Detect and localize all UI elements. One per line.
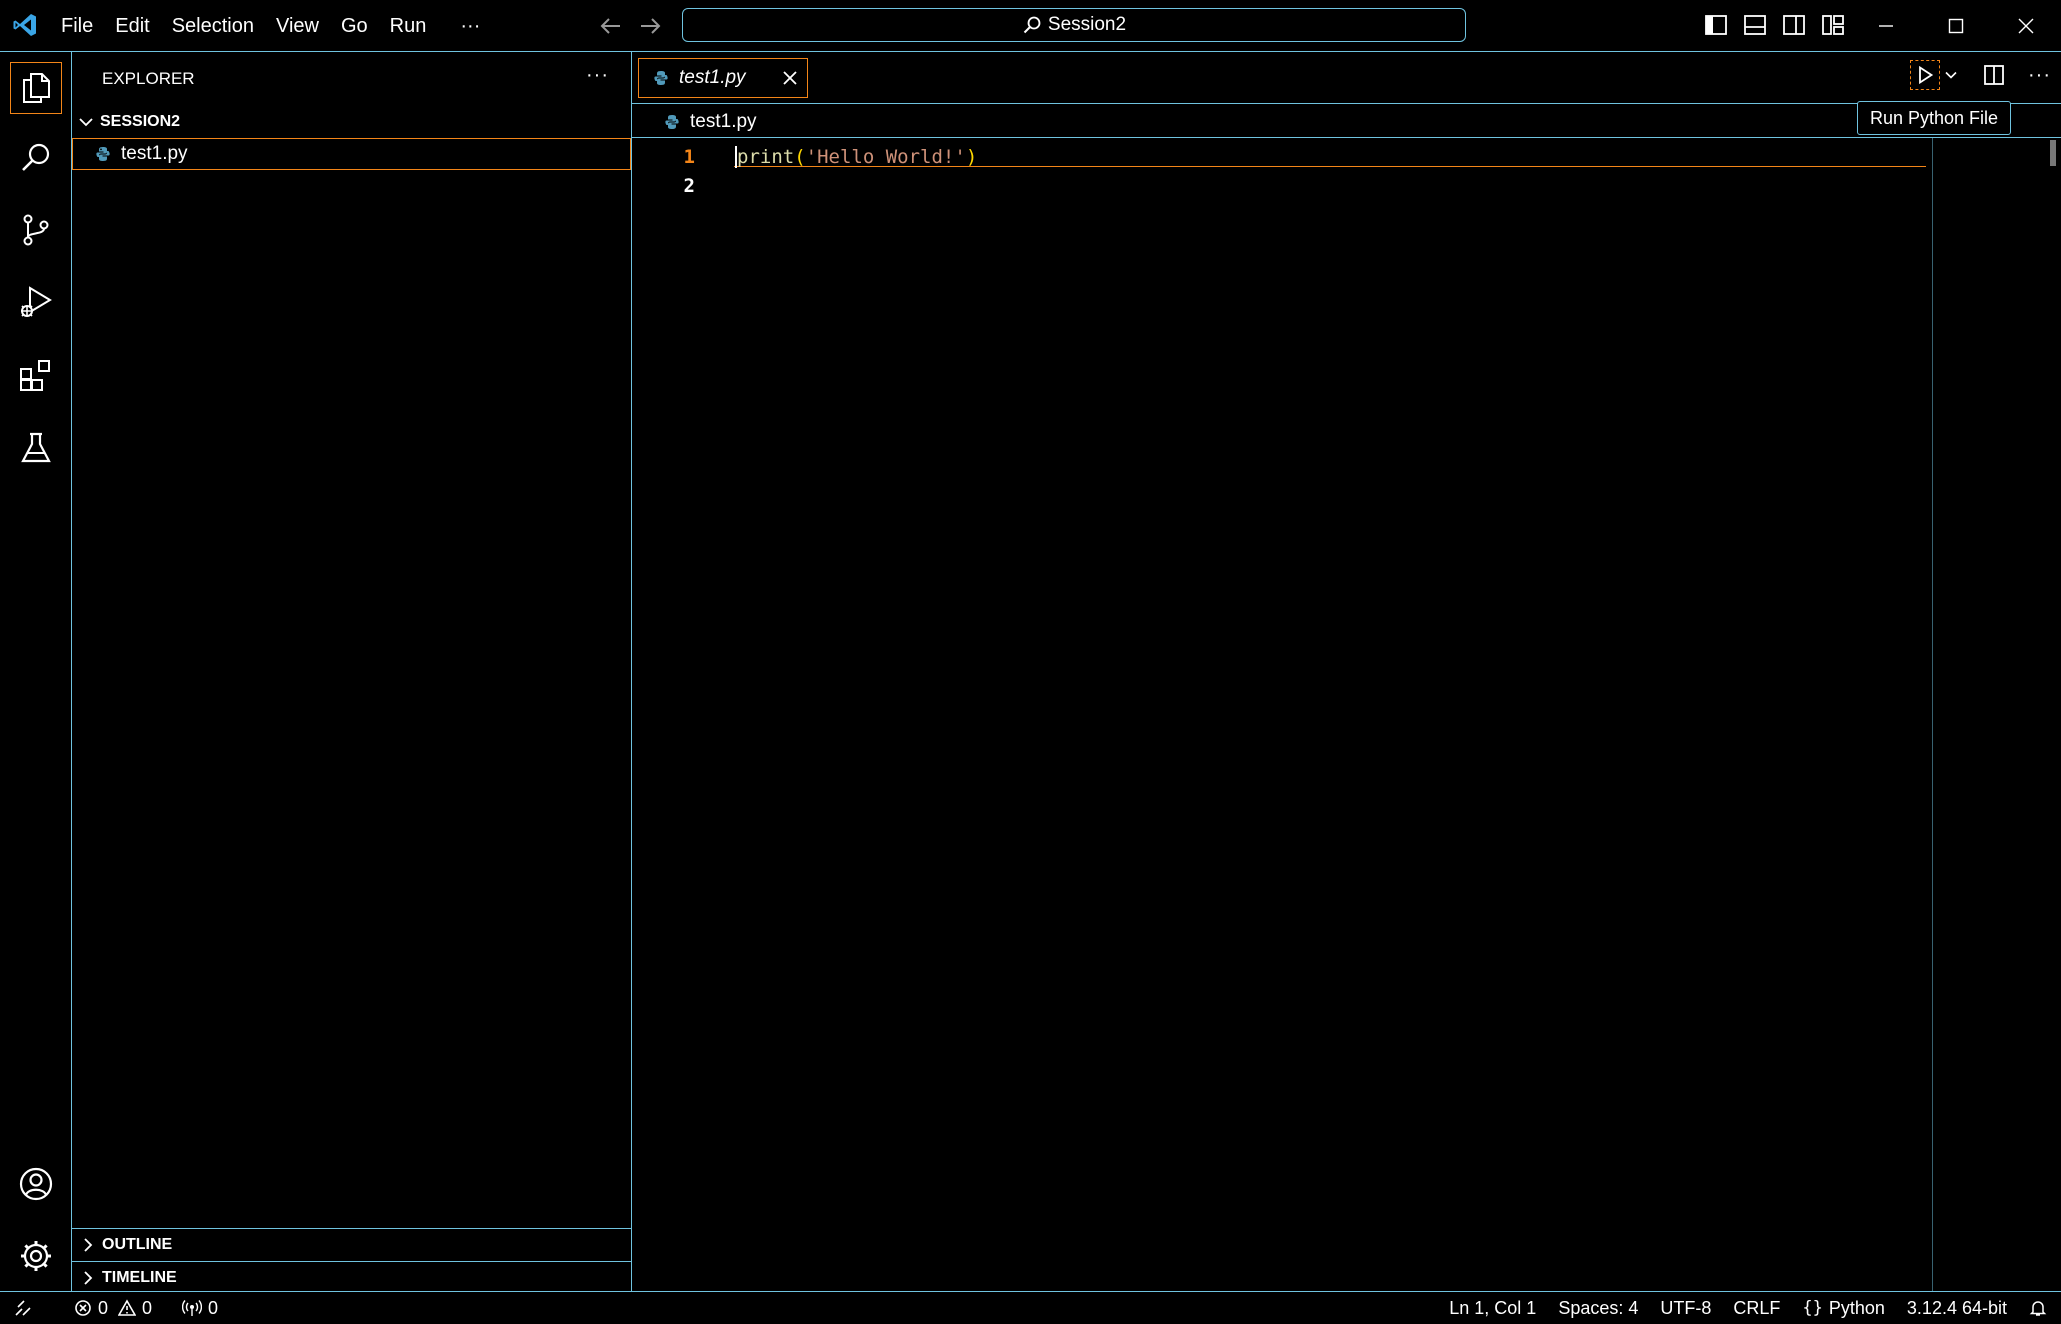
breadcrumb-divider (632, 137, 2061, 138)
menu-bar: File Edit Selection View Go Run ··· (50, 0, 491, 52)
explorer-icon[interactable] (10, 62, 62, 114)
warning-icon (118, 1299, 137, 1317)
run-python-file-play-icon[interactable] (1910, 60, 1940, 90)
customize-layout-icon[interactable] (1820, 12, 1846, 38)
language-label: Python (1828, 1297, 1885, 1318)
python-file-icon (95, 146, 111, 162)
split-editor-icon[interactable] (1982, 63, 2006, 87)
outline-label: OUTLINE (102, 1236, 173, 1253)
command-center-search[interactable]: Session2 (682, 8, 1466, 42)
forward-arrow-icon[interactable] (637, 15, 663, 37)
python-interpreter[interactable]: 3.12.4 64-bit (1896, 1292, 2018, 1324)
status-right: Ln 1, Col 1 Spaces: 4 UTF-8 CRLF {} Pyth… (1438, 1292, 2061, 1324)
sidebar-more-button[interactable]: ··· (586, 64, 609, 87)
line-number: 1 (683, 145, 695, 168)
editor-actions: ··· (1910, 60, 2051, 90)
menu-file[interactable]: File (50, 0, 104, 52)
python-file-icon (664, 114, 680, 130)
editor-more-actions-button[interactable]: ··· (2028, 64, 2051, 87)
breadcrumb-file[interactable]: test1.py (690, 111, 757, 133)
timeline-section-header[interactable]: TIMELINE (72, 1261, 631, 1294)
testing-icon[interactable] (10, 422, 62, 474)
tab-label: test1.py (679, 67, 746, 88)
command-center-label: Session2 (1047, 14, 1127, 35)
status-bar: 0 0 0 Ln 1, Col 1 Spaces: 4 UTF-8 CRLF {… (0, 1291, 2061, 1324)
run-python-file-tooltip: Run Python File (1857, 101, 2012, 135)
ports-count: 0 (208, 1297, 219, 1318)
toggle-secondary-sidebar-icon[interactable] (1781, 12, 1807, 38)
file-item-test1-py[interactable]: test1.py (72, 138, 631, 170)
chevron-down-icon (78, 114, 94, 130)
cursor-position[interactable]: Ln 1, Col 1 (1438, 1292, 1547, 1324)
folder-name: SESSION2 (100, 113, 181, 130)
menu-go[interactable]: Go (330, 0, 379, 52)
remote-icon (14, 1299, 32, 1317)
toggle-primary-sidebar-icon[interactable] (1703, 12, 1729, 38)
menu-edit[interactable]: Edit (104, 0, 160, 52)
maximize-button[interactable] (1921, 0, 1991, 52)
sidebar-title: EXPLORER (102, 69, 195, 88)
vscode-logo-icon (12, 12, 38, 38)
code-token-string: 'Hello World!' (805, 145, 966, 168)
run-dropdown-chevron-icon[interactable] (1944, 68, 1958, 82)
breadcrumb: test1.py (664, 108, 757, 136)
minimap-divider (1932, 138, 1933, 1291)
manage-gear-icon[interactable] (10, 1230, 62, 1282)
activity-bar (0, 52, 72, 1291)
extensions-icon[interactable] (10, 350, 62, 402)
chevron-right-icon (80, 1270, 96, 1286)
menu-view[interactable]: View (265, 0, 330, 52)
editor-tab-bar: test1.py ··· (632, 52, 2061, 104)
close-window-button[interactable] (1991, 0, 2061, 52)
menu-run[interactable]: Run (379, 0, 438, 52)
outline-section-header[interactable]: OUTLINE (72, 1228, 631, 1261)
chevron-right-icon (80, 1237, 96, 1253)
window-controls (1851, 0, 2061, 52)
back-arrow-icon[interactable] (598, 15, 624, 37)
python-file-icon (653, 70, 669, 86)
vertical-scrollbar-thumb[interactable] (2050, 140, 2056, 166)
close-tab-icon[interactable] (781, 69, 799, 87)
line-number: 2 (683, 174, 695, 197)
encoding[interactable]: UTF-8 (1649, 1292, 1722, 1324)
accounts-icon[interactable] (10, 1158, 62, 1210)
toggle-panel-icon[interactable] (1742, 12, 1768, 38)
code-token-function: print (737, 145, 795, 168)
code-token-bracket: ) (965, 145, 978, 168)
code-token-bracket: ( (794, 145, 806, 168)
error-count: 0 (98, 1297, 109, 1318)
menu-selection[interactable]: Selection (161, 0, 265, 52)
broadcast-icon (182, 1299, 203, 1317)
tab-test1-py[interactable]: test1.py (638, 58, 808, 98)
menu-more-button[interactable]: ··· (449, 0, 491, 52)
error-icon (74, 1299, 92, 1317)
ports-indicator[interactable]: 0 (171, 1292, 229, 1324)
layout-controls (1703, 12, 1846, 38)
notifications-bell-icon[interactable] (2018, 1292, 2061, 1324)
code-line: 1 print('Hello World!') (632, 142, 977, 171)
folder-header-session2[interactable]: SESSION2 (78, 108, 180, 136)
source-control-icon[interactable] (10, 204, 62, 256)
explorer-sidebar: EXPLORER ··· SESSION2 test1.py OUTLINE T… (72, 52, 632, 1291)
indentation[interactable]: Spaces: 4 (1547, 1292, 1649, 1324)
braces-icon: {} (1802, 1298, 1823, 1318)
file-name: test1.py (121, 143, 188, 164)
timeline-label: TIMELINE (102, 1269, 177, 1286)
search-view-icon[interactable] (10, 132, 62, 184)
language-mode[interactable]: {} Python (1791, 1292, 1896, 1324)
code-line: 2 (632, 171, 977, 200)
title-bar: File Edit Selection View Go Run ··· Sess… (0, 0, 2061, 52)
run-and-debug-icon[interactable] (10, 276, 62, 328)
end-of-line[interactable]: CRLF (1722, 1292, 1791, 1324)
remote-indicator[interactable] (0, 1292, 43, 1324)
minimize-button[interactable] (1851, 0, 1921, 52)
problems-indicator[interactable]: 0 0 (63, 1292, 163, 1324)
search-icon (1022, 15, 1042, 35)
warning-count: 0 (142, 1297, 153, 1318)
code-editor[interactable]: 1 print('Hello World!') 2 (632, 142, 977, 200)
